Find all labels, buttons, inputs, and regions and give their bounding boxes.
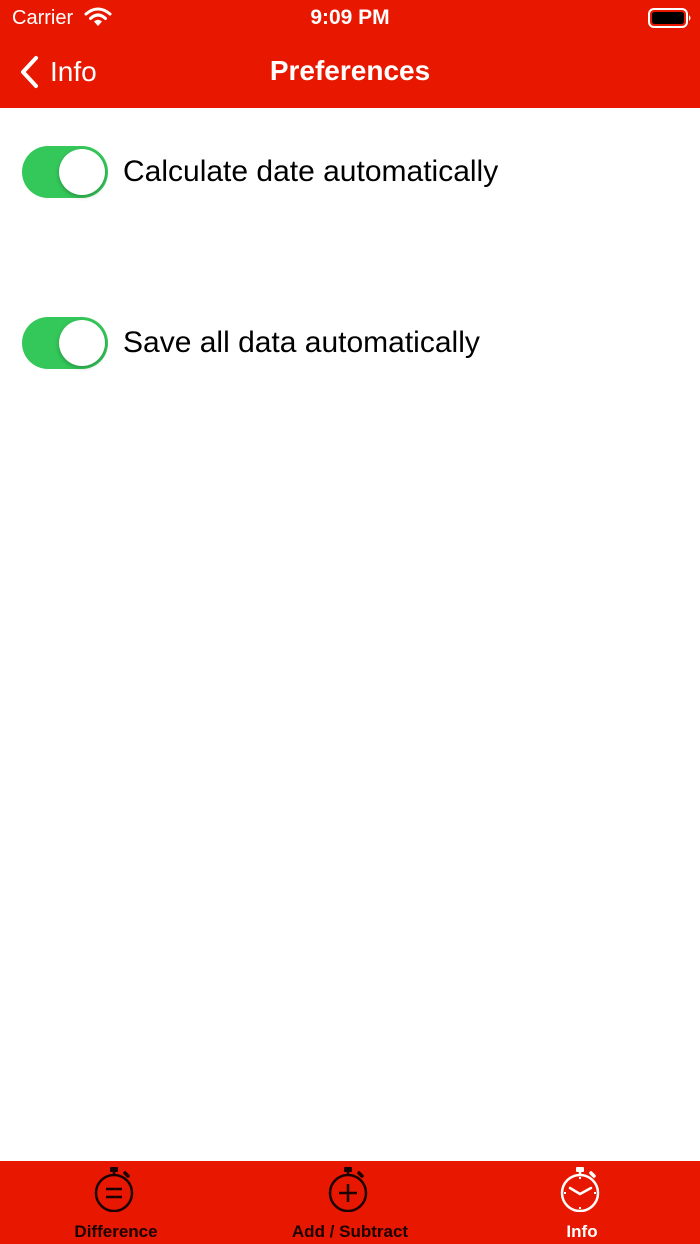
tab-difference-label: Difference	[74, 1222, 158, 1241]
tab-info-label: Info	[566, 1222, 598, 1241]
save-data-label: Save all data automatically	[123, 326, 480, 359]
stopwatch-clock-icon	[560, 1167, 600, 1212]
stopwatch-plus-icon	[328, 1167, 368, 1212]
save-data-toggle[interactable]	[22, 317, 108, 369]
stopwatch-equals-icon	[94, 1167, 134, 1212]
toggle-knob	[59, 320, 105, 366]
navigation-bar: Info Preferences	[0, 36, 700, 108]
tab-bar: Difference Add / Subtract Info	[0, 1161, 700, 1244]
status-bar: Carrier 9:09 PM	[0, 0, 700, 36]
calculate-date-toggle[interactable]	[22, 146, 108, 198]
calculate-date-label: Calculate date automatically	[123, 155, 499, 188]
status-time: 9:09 PM	[310, 6, 390, 29]
toggle-knob	[59, 149, 105, 195]
header: Carrier 9:09 PM Info Preferences	[0, 0, 700, 108]
preference-row-calculate-date: Calculate date automatically	[22, 145, 498, 199]
tab-add-subtract[interactable]: Add / Subtract	[250, 1161, 450, 1244]
preference-row-save-data: Save all data automatically	[22, 316, 480, 370]
tab-add-subtract-label: Add / Subtract	[291, 1222, 409, 1241]
page-title: Preferences	[269, 55, 431, 86]
battery-icon	[648, 8, 691, 28]
preferences-screen: Carrier 9:09 PM Info Preferences Calcula…	[0, 0, 700, 1244]
tab-info[interactable]: Info	[482, 1161, 682, 1244]
tab-difference[interactable]: Difference	[16, 1161, 216, 1244]
